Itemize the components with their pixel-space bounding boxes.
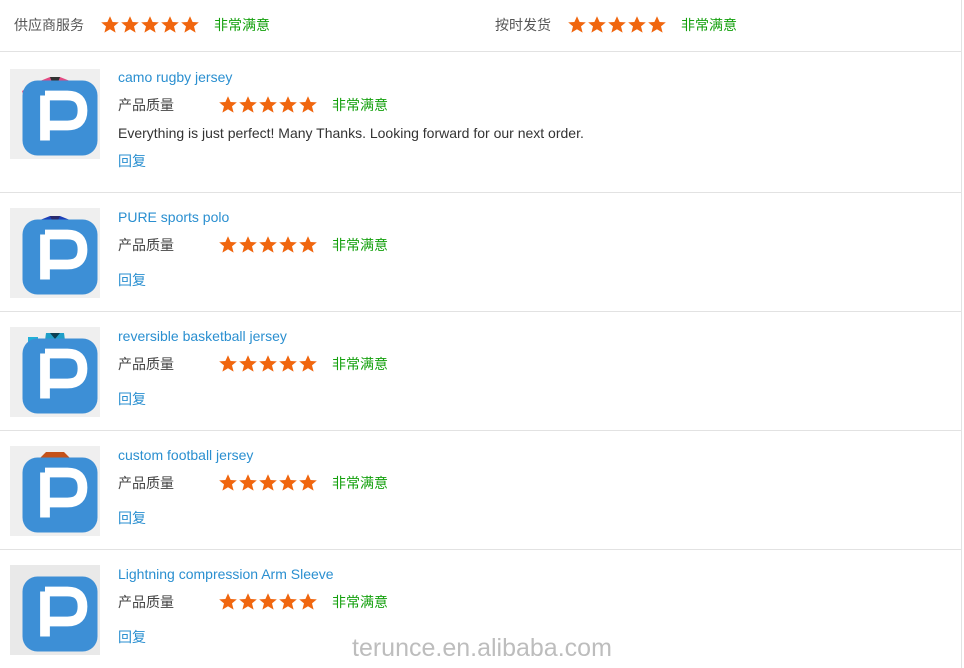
brand-logo-icon <box>22 80 98 156</box>
star-icon <box>219 355 237 372</box>
star-icon <box>219 96 237 113</box>
star-icon <box>161 16 179 33</box>
quality-label: 产品质量 <box>118 594 174 610</box>
star-icon <box>181 16 199 33</box>
star-rating <box>218 354 318 374</box>
star-rating <box>218 235 318 255</box>
star-rating <box>100 15 200 35</box>
review-item: 11 reversible basketball jersey 产品质量 非常满… <box>0 312 962 431</box>
star-icon <box>259 236 277 253</box>
shipping-label: 按时发货 <box>495 17 551 33</box>
quality-rating: 产品质量 非常满意 <box>118 592 388 612</box>
star-icon <box>259 593 277 610</box>
reply-link[interactable]: 回复 <box>118 389 146 409</box>
star-icon <box>239 236 257 253</box>
star-icon <box>239 593 257 610</box>
rating-text: 非常满意 <box>214 17 270 33</box>
rating-text: 非常满意 <box>332 594 388 610</box>
product-link[interactable]: camo rugby jersey <box>118 69 232 85</box>
rating-text: 非常满意 <box>681 17 737 33</box>
star-icon <box>141 16 159 33</box>
brand-logo-icon <box>22 338 98 414</box>
summary-bar: 供应商服务 非常满意 按时发货 非常满意 <box>0 0 962 52</box>
quality-label: 产品质量 <box>118 475 174 491</box>
quality-rating: 产品质量 非常满意 <box>118 95 388 115</box>
star-icon <box>101 16 119 33</box>
star-icon <box>279 355 297 372</box>
rating-text: 非常满意 <box>332 97 388 113</box>
star-icon <box>608 16 626 33</box>
rating-text: 非常满意 <box>332 475 388 491</box>
star-icon <box>259 355 277 372</box>
star-icon <box>279 474 297 491</box>
feedback-panel: 供应商服务 非常满意 按时发货 非常满意 camo rugby jersey 产… <box>0 0 962 668</box>
supplier-service-label: 供应商服务 <box>14 17 84 33</box>
brand-logo-icon <box>22 457 98 533</box>
star-icon <box>239 355 257 372</box>
star-icon <box>259 474 277 491</box>
quality-rating: 产品质量 非常满意 <box>118 354 388 374</box>
quality-label: 产品质量 <box>118 237 174 253</box>
star-icon <box>239 96 257 113</box>
product-thumbnail[interactable] <box>10 69 100 159</box>
star-icon <box>588 16 606 33</box>
star-icon <box>239 474 257 491</box>
quality-rating: 产品质量 非常满意 <box>118 473 388 493</box>
supplier-service-rating: 供应商服务 非常满意 <box>14 15 270 35</box>
review-item: camo rugby jersey 产品质量 非常满意 Everything i… <box>0 53 962 193</box>
star-icon <box>279 236 297 253</box>
star-icon <box>259 96 277 113</box>
star-icon <box>279 593 297 610</box>
product-link[interactable]: reversible basketball jersey <box>118 328 287 344</box>
product-link[interactable]: Lightning compression Arm Sleeve <box>118 566 334 582</box>
brand-logo-icon <box>22 219 98 295</box>
reply-link[interactable]: 回复 <box>118 270 146 290</box>
product-thumbnail[interactable] <box>10 446 100 536</box>
product-thumbnail[interactable] <box>10 565 100 655</box>
review-item: custom football jersey 产品质量 非常满意 回复 <box>0 431 962 550</box>
product-thumbnail[interactable] <box>10 208 100 298</box>
star-icon <box>219 236 237 253</box>
quality-label: 产品质量 <box>118 356 174 372</box>
star-icon <box>648 16 666 33</box>
review-item: PURE sports polo 产品质量 非常满意 回复 <box>0 193 962 312</box>
watermark: terunce.en.alibaba.com <box>352 634 612 662</box>
star-icon <box>219 593 237 610</box>
star-icon <box>568 16 586 33</box>
star-rating <box>218 592 318 612</box>
star-icon <box>628 16 646 33</box>
star-icon <box>219 474 237 491</box>
star-icon <box>299 474 317 491</box>
star-rating <box>218 473 318 493</box>
quality-label: 产品质量 <box>118 97 174 113</box>
reply-link[interactable]: 回复 <box>118 151 146 171</box>
rating-text: 非常满意 <box>332 237 388 253</box>
quality-rating: 产品质量 非常满意 <box>118 235 388 255</box>
star-icon <box>299 355 317 372</box>
review-comment: Everything is just perfect! Many Thanks.… <box>118 125 584 141</box>
reply-link[interactable]: 回复 <box>118 508 146 528</box>
star-rating <box>218 95 318 115</box>
star-icon <box>299 236 317 253</box>
star-icon <box>299 96 317 113</box>
star-icon <box>121 16 139 33</box>
star-icon <box>279 96 297 113</box>
product-thumbnail[interactable]: 11 <box>10 327 100 417</box>
product-link[interactable]: custom football jersey <box>118 447 253 463</box>
rating-text: 非常满意 <box>332 356 388 372</box>
product-link[interactable]: PURE sports polo <box>118 209 229 225</box>
star-icon <box>299 593 317 610</box>
brand-logo-icon <box>22 576 98 652</box>
star-rating <box>567 15 667 35</box>
reply-link[interactable]: 回复 <box>118 627 146 647</box>
shipping-rating: 按时发货 非常满意 <box>495 15 737 35</box>
